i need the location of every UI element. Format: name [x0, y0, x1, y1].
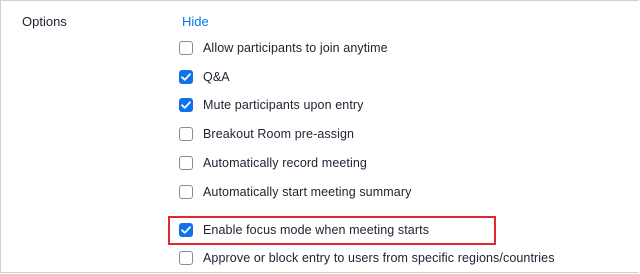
checkbox[interactable] — [179, 251, 193, 265]
option-label: Allow participants to join anytime — [203, 41, 388, 55]
option-mute-upon-entry[interactable]: Mute participants upon entry — [179, 95, 364, 115]
check-icon — [181, 101, 191, 109]
option-label: Breakout Room pre-assign — [203, 127, 355, 141]
option-auto-record[interactable]: Automatically record meeting — [179, 153, 367, 173]
check-icon — [181, 73, 191, 81]
option-auto-summary[interactable]: Automatically start meeting summary — [179, 182, 411, 202]
option-label: Q&A — [203, 70, 230, 84]
checkbox[interactable] — [179, 156, 193, 170]
checkbox[interactable] — [179, 127, 193, 141]
option-label: Approve or block entry to users from spe… — [203, 251, 555, 265]
checkbox[interactable] — [179, 185, 193, 199]
options-panel: Options Hide Allow participants to join … — [0, 0, 639, 273]
checkbox[interactable] — [179, 41, 193, 55]
checkbox[interactable] — [179, 70, 193, 84]
option-label: Automatically record meeting — [203, 156, 367, 170]
options-section-label: Options — [22, 14, 67, 29]
option-approve-block-regions[interactable]: Approve or block entry to users from spe… — [179, 248, 555, 268]
option-allow-join-anytime[interactable]: Allow participants to join anytime — [179, 38, 388, 58]
option-label: Automatically start meeting summary — [203, 185, 412, 199]
checkbox[interactable] — [179, 98, 193, 112]
option-breakout-preassign[interactable]: Breakout Room pre-assign — [179, 124, 354, 144]
option-label: Mute participants upon entry — [203, 98, 364, 112]
focus-mode-highlight-box — [168, 216, 496, 245]
option-qa[interactable]: Q&A — [179, 67, 230, 87]
